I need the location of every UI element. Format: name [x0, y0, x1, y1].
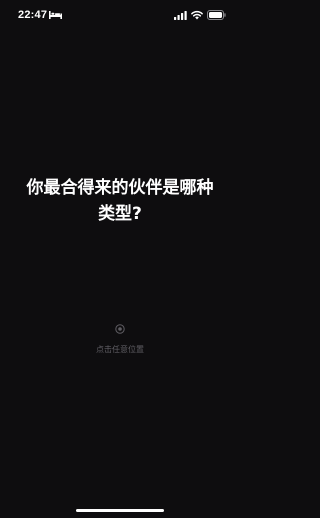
status-time: 22:47	[18, 9, 48, 21]
wifi-icon	[191, 10, 203, 20]
status-bar: 22:47	[0, 0, 240, 30]
home-indicator[interactable]	[76, 509, 164, 512]
question-title: 你最合得来的伙伴是哪种类型?	[26, 178, 214, 224]
tap-target-icon	[115, 324, 125, 334]
bed-icon	[49, 11, 62, 19]
battery-icon	[207, 10, 226, 20]
tap-anywhere-hint: 点击任意位置	[96, 345, 144, 354]
signal-icon	[174, 11, 187, 20]
